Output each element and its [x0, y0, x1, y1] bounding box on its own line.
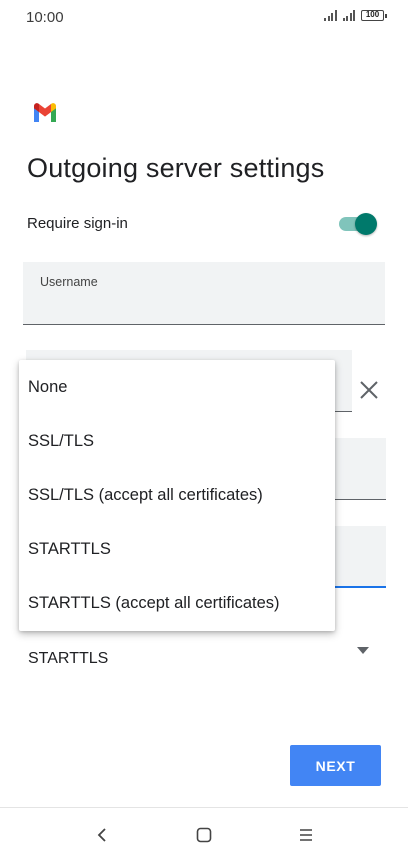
battery-level: 100	[365, 10, 380, 19]
status-icons: 100	[324, 10, 387, 21]
dropdown-option-starttls[interactable]: STARTTLS	[19, 523, 335, 577]
require-signin-toggle[interactable]	[339, 213, 377, 235]
username-field[interactable]: Username	[23, 262, 385, 325]
dropdown-arrow-icon[interactable]	[357, 647, 369, 654]
require-signin-row: Require sign-in	[27, 212, 379, 236]
dropdown-option-starttls-accept-all[interactable]: STARTTLS (accept all certificates)	[19, 577, 335, 631]
signal-icon	[324, 10, 337, 21]
navigation-bar	[0, 807, 408, 861]
require-signin-label: Require sign-in	[27, 215, 128, 232]
home-icon[interactable]	[196, 827, 212, 843]
security-dropdown-menu: None SSL/TLS SSL/TLS (accept all certifi…	[19, 360, 335, 631]
close-icon[interactable]	[357, 378, 381, 402]
signal-icon	[342, 10, 355, 21]
battery-icon: 100	[361, 10, 387, 21]
recent-apps-icon[interactable]	[298, 828, 314, 842]
dropdown-option-ssl-tls[interactable]: SSL/TLS	[19, 414, 335, 468]
server-field[interactable]	[330, 438, 386, 500]
page-title: Outgoing server settings	[27, 153, 325, 183]
next-button[interactable]: NEXT	[290, 745, 381, 786]
back-icon[interactable]	[96, 827, 108, 843]
security-type-value[interactable]: STARTTLS	[28, 650, 108, 668]
dropdown-option-none[interactable]: None	[19, 360, 335, 414]
status-bar: 10:00 100	[0, 0, 408, 34]
username-label: Username	[40, 275, 98, 289]
port-field[interactable]	[330, 526, 386, 588]
status-time: 10:00	[26, 9, 64, 26]
gmail-icon	[34, 103, 56, 122]
toggle-thumb	[355, 213, 377, 235]
dropdown-option-ssl-tls-accept-all[interactable]: SSL/TLS (accept all certificates)	[19, 468, 335, 522]
